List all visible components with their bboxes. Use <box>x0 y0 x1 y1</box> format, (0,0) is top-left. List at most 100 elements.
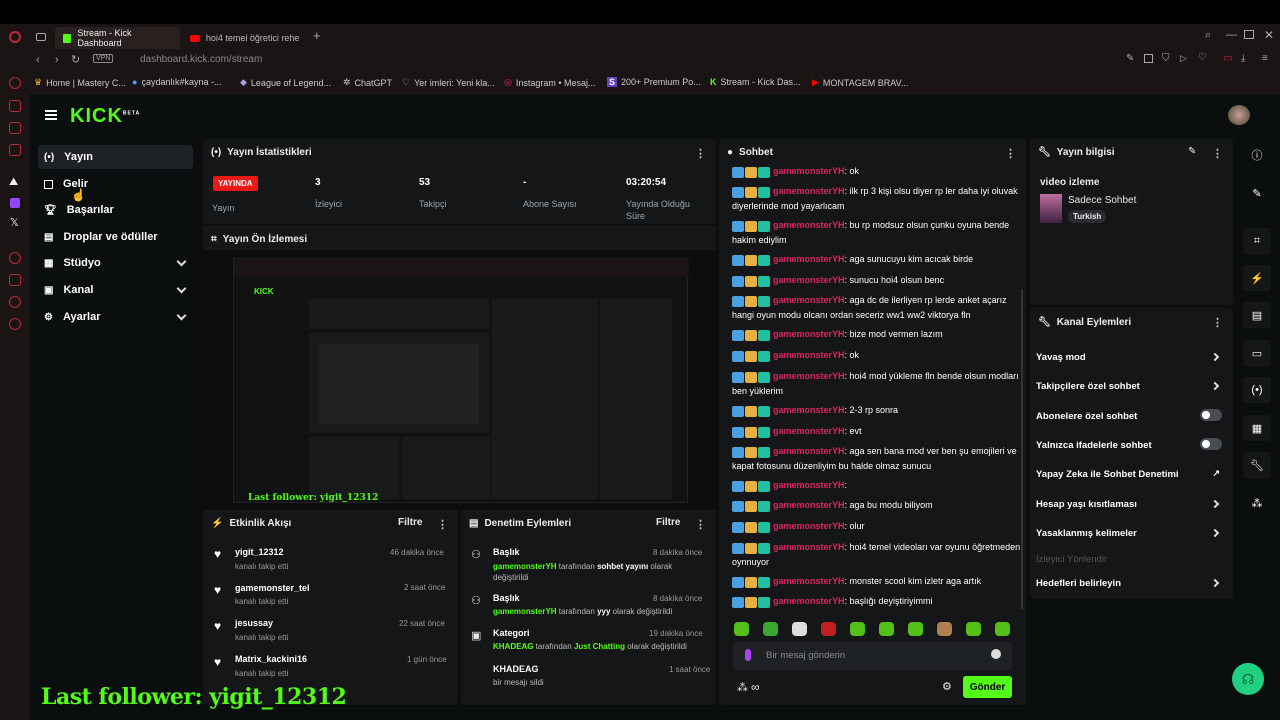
more-options-icon[interactable]: ⋮ <box>437 518 448 531</box>
channel-action-ai-moderation[interactable]: Yapay Zeka ile Sohbet Denetimi ↗ <box>1036 468 1226 480</box>
chat-input[interactable]: Bir mesaj gönderin <box>733 642 1012 670</box>
bookmark-page-icon[interactable]: ✎ <box>1126 53 1134 64</box>
chat-username[interactable]: gamemonsterYH <box>773 329 845 339</box>
sidebar-item-kanal[interactable]: ▣ Kanal <box>38 278 193 302</box>
sidebar-item-ayarlar[interactable]: ⚙ Ayarlar <box>38 305 193 329</box>
channel-action-banned-words[interactable]: Yasaklanmış kelimeler <box>1036 528 1226 539</box>
tab-kick-dashboard[interactable]: Stream - Kick Dashboard <box>55 27 180 49</box>
activity-name[interactable]: jesussay <box>235 618 273 628</box>
opera-logo-icon[interactable] <box>9 31 21 43</box>
sidebar-item-yayin[interactable]: (•) Yayın <box>38 145 193 169</box>
category-thumbnail[interactable] <box>1040 194 1062 223</box>
history-icon[interactable] <box>9 77 21 89</box>
filter-button[interactable]: Filtre <box>398 517 422 528</box>
bookmark-item[interactable]: ◎ Instagram • Mesaj... <box>504 77 596 88</box>
chat-username[interactable]: gamemonsterYH <box>773 186 845 196</box>
mod-actor[interactable]: gamemonsterYH <box>493 562 557 571</box>
messenger-icon[interactable] <box>9 122 21 134</box>
category-name[interactable]: Sadece Sohbet <box>1068 195 1136 206</box>
emote-icon[interactable] <box>879 622 894 636</box>
twitch-icon[interactable] <box>10 198 20 208</box>
tab-manager-icon[interactable] <box>36 33 46 41</box>
chat-username[interactable]: gamemonsterYH <box>773 426 845 436</box>
more-options-icon[interactable]: ⋮ <box>1212 147 1223 160</box>
more-options-icon[interactable]: ⋮ <box>1005 147 1016 160</box>
bookmark-item[interactable]: K Stream - Kick Das... <box>710 77 801 87</box>
chat-username[interactable]: gamemonsterYH <box>773 295 845 305</box>
wallet-icon[interactable]: ▭ <box>1223 53 1232 64</box>
hamburger-menu-icon[interactable] <box>45 110 57 120</box>
chat-username[interactable]: gamemonsterYH <box>773 220 845 230</box>
mod-actor[interactable]: KHADEAG <box>493 642 533 651</box>
chat-username[interactable]: gamemonsterYH <box>773 576 845 586</box>
send-button[interactable]: Gönder <box>963 676 1012 698</box>
emote-icon[interactable] <box>763 622 778 636</box>
bookmark-item[interactable]: ◆ League of Legend... <box>240 77 331 88</box>
emote-icon[interactable] <box>966 622 981 636</box>
wrench-icon[interactable]: 🔧︎ <box>1243 452 1271 478</box>
layout-icon[interactable]: ▦ <box>1243 415 1271 441</box>
lightning-icon[interactable]: ⚡ <box>1243 265 1271 291</box>
reload-icon[interactable]: ↻ <box>71 53 80 66</box>
channel-action-followers-only[interactable]: Takipçilere özel sohbet <box>1036 381 1226 392</box>
emote-icon[interactable] <box>734 622 749 636</box>
kick-logo[interactable]: KICKBETA <box>70 105 140 128</box>
new-tab-button[interactable]: + <box>313 28 321 43</box>
bookmark-item[interactable]: ✲ ChatGPT <box>343 77 392 88</box>
chat-username[interactable]: gamemonsterYH <box>773 405 845 415</box>
emote-icon[interactable] <box>908 622 923 636</box>
forward-icon[interactable]: › <box>55 54 59 66</box>
menu-icon[interactable]: ≡ <box>1262 53 1268 64</box>
more-options-icon[interactable]: ⋮ <box>695 147 706 160</box>
points-icon[interactable]: ⁂ <box>737 681 748 694</box>
aria-icon[interactable] <box>9 100 21 112</box>
chat-username[interactable]: gamemonsterYH <box>773 542 845 552</box>
chat-username[interactable]: gamemonsterYH <box>773 446 845 456</box>
avatar[interactable] <box>1228 105 1250 125</box>
channel-action-account-age[interactable]: Hesap yaşı kısıtlaması <box>1036 499 1226 510</box>
player-icon[interactable]: ▷ <box>1180 53 1187 64</box>
chat-username[interactable]: gamemonsterYH <box>773 500 845 510</box>
channel-action-emote-only[interactable]: Yalnızca ifadelerle sohbet <box>1036 438 1226 451</box>
snapshot-icon[interactable] <box>1144 54 1153 63</box>
emoji-picker-icon[interactable] <box>991 649 1001 659</box>
sidebar-item-gelir[interactable]: Gelir <box>38 172 193 196</box>
sidebar-item-basarilar[interactable]: 🏆︎ Başarılar <box>38 198 193 222</box>
stream-preview-video[interactable]: KICK Last follower: yigit_12312 <box>203 250 716 508</box>
heart-icon[interactable]: ♡ <box>1198 52 1207 63</box>
chat-settings-icon[interactable]: ⚙ <box>942 680 952 693</box>
emote-icon[interactable] <box>792 622 807 636</box>
edit-icon[interactable]: ✎ <box>1243 180 1271 206</box>
x-icon[interactable]: 𝕏 <box>10 216 19 229</box>
activity-name[interactable]: Matrix_kackini16 <box>235 654 307 664</box>
bookmark-item[interactable]: ▶ MONTAGEM BRAV... <box>812 77 908 88</box>
infinity-icon[interactable]: ∞ <box>751 680 760 694</box>
sidebar-item-droplar[interactable]: ▤ Droplar ve ödüller <box>38 225 193 249</box>
chat-icon[interactable]: ▭ <box>1243 340 1271 366</box>
url-field[interactable]: dashboard.kick.com/stream <box>140 54 262 65</box>
bookmark-item[interactable]: ♡ Yer imleri: Yeni kla... <box>402 77 495 88</box>
sidebar-item-studyo[interactable]: ▦ Stüdyo <box>38 251 193 275</box>
emote-icon[interactable] <box>850 622 865 636</box>
youtube-sidebar-icon[interactable] <box>9 144 21 156</box>
more-options-icon[interactable]: ⋮ <box>1212 316 1223 329</box>
emote-icon[interactable] <box>937 622 952 636</box>
downloads-icon[interactable] <box>9 296 21 308</box>
bookmarks-sidebar-icon[interactable] <box>9 274 21 286</box>
shield-icon[interactable]: ⛉ <box>1162 53 1170 64</box>
info-icon[interactable]: ⓘ <box>1243 142 1271 168</box>
chat-username[interactable]: gamemonsterYH <box>773 254 845 264</box>
bookmark-item[interactable]: ♛ Home | Mastery C... <box>34 77 126 88</box>
bookmark-item[interactable]: S 200+ Premium Po... <box>607 77 701 87</box>
activity-name[interactable]: yigit_12312 <box>235 547 284 557</box>
vpn-badge[interactable]: VPN <box>93 54 114 63</box>
filter-button[interactable]: Filtre <box>656 517 680 528</box>
chat-username[interactable]: gamemonsterYH <box>773 275 845 285</box>
chat-username[interactable]: gamemonsterYH <box>773 596 845 606</box>
chat-username[interactable]: gamemonsterYH <box>773 371 845 381</box>
download-icon[interactable]: ⤓ <box>1241 53 1245 64</box>
search-tabs-icon[interactable]: ⌕ <box>1205 29 1211 42</box>
mod-actor[interactable]: gamemonsterYH <box>493 607 557 616</box>
capture-icon[interactable]: ⌗ <box>1243 228 1271 254</box>
minimize-icon[interactable]: — <box>1226 29 1237 41</box>
